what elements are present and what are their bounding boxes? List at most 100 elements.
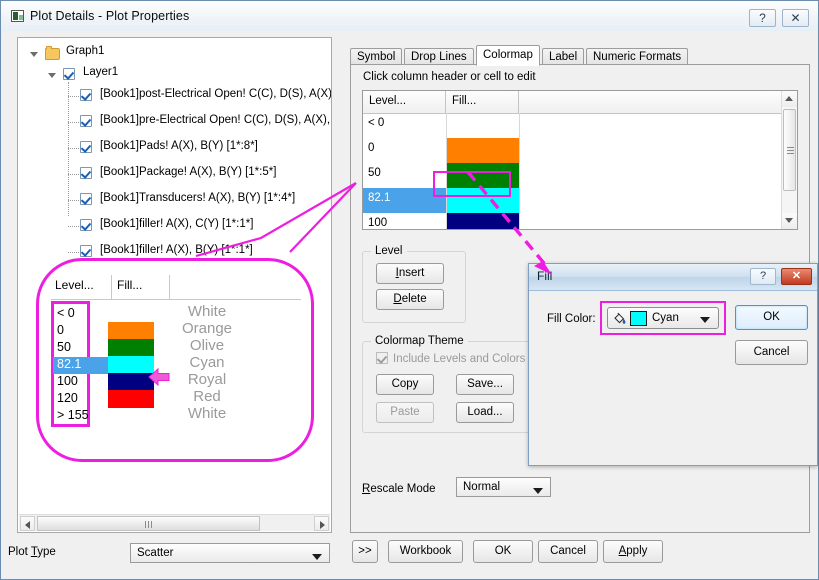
fill-dialog-ok-button[interactable]: OK bbox=[735, 305, 808, 330]
colormap-grid-header: Level... Fill... bbox=[363, 91, 797, 114]
grid-vertical-scrollbar[interactable] bbox=[781, 91, 797, 229]
include-levels-checkbox[interactable] bbox=[376, 352, 388, 364]
tree-item-label: [Book1]pre-Electrical Open! C(C), D(S), … bbox=[100, 114, 331, 126]
colormap-row[interactable]: 82.1 bbox=[363, 188, 781, 213]
plot-checkbox[interactable] bbox=[80, 141, 92, 153]
tree-item-label: [Book1]Transducers! A(X), B(Y) [1*:4*] bbox=[100, 192, 295, 204]
apply-button-label: Apply bbox=[604, 545, 662, 557]
tree-item-plot[interactable]: [Book1]post-Electrical Open! C(C), D(S),… bbox=[18, 86, 331, 106]
grid-scroll-thumb[interactable] bbox=[783, 109, 796, 191]
scroll-thumb[interactable] bbox=[37, 516, 260, 531]
tree-item-plot[interactable]: [Book1]Transducers! A(X), B(Y) [1*:4*] bbox=[18, 190, 331, 210]
fill-dialog-help-button[interactable]: ? bbox=[750, 268, 776, 285]
colormap-fill-cell[interactable] bbox=[446, 113, 519, 138]
delete-button[interactable]: Delete bbox=[376, 289, 444, 310]
rescale-mode-combobox[interactable]: Normal bbox=[456, 477, 551, 497]
plot-checkbox[interactable] bbox=[80, 219, 92, 231]
tab-symbol[interactable]: Symbol bbox=[350, 48, 402, 65]
callout-color-name: Royal bbox=[167, 371, 247, 388]
callout-color-name: White bbox=[167, 405, 247, 422]
app-icon bbox=[11, 10, 24, 22]
tree-item-plot[interactable]: [Book1]filler! A(X), C(Y) [1*:1*] bbox=[18, 216, 331, 236]
column-header-blank[interactable] bbox=[519, 91, 783, 113]
tree-item-plot[interactable]: [Book1]pre-Electrical Open! C(C), D(S), … bbox=[18, 112, 331, 132]
workbook-button[interactable]: Workbook bbox=[388, 540, 463, 563]
chevron-down-icon bbox=[312, 554, 322, 560]
cancel-button[interactable]: Cancel bbox=[538, 540, 598, 563]
plot-checkbox[interactable] bbox=[80, 167, 92, 179]
tree-item-label: Layer1 bbox=[83, 66, 118, 78]
fill-dialog-titlebar: Fill ? ✕ bbox=[529, 264, 817, 291]
insert-button[interactable]: Insert bbox=[376, 263, 444, 284]
chevron-down-icon bbox=[533, 488, 543, 494]
close-button[interactable]: ✕ bbox=[782, 9, 809, 27]
expand-arrow-icon[interactable] bbox=[30, 49, 39, 58]
colormap-grid-rows[interactable]: < 005082.1100120> 155 bbox=[363, 113, 781, 229]
fill-dialog-cancel-button[interactable]: Cancel bbox=[735, 340, 808, 365]
colormap-row[interactable]: < 0 bbox=[363, 113, 781, 138]
load-theme-button[interactable]: Load... bbox=[456, 402, 514, 423]
callout-column-fill: Fill... bbox=[117, 278, 142, 292]
colormap-fill-cell[interactable] bbox=[446, 213, 519, 229]
expand-arrow-icon[interactable] bbox=[48, 70, 57, 79]
plot-checkbox[interactable] bbox=[80, 115, 92, 127]
callout-column-level: Level... bbox=[55, 278, 94, 292]
plot-type-combobox[interactable]: Scatter bbox=[130, 543, 330, 563]
window-title: Plot Details - Plot Properties bbox=[30, 9, 189, 23]
expand-button[interactable]: >> bbox=[352, 540, 378, 563]
grid-scroll-grip-icon bbox=[787, 147, 794, 154]
tab-label: Colormap bbox=[483, 49, 533, 61]
tree-item-graph1[interactable]: Graph1 bbox=[18, 43, 331, 63]
tree-item-plot[interactable]: [Book1]Package! A(X), B(Y) [1*:5*] bbox=[18, 164, 331, 184]
tab-label[interactable]: Label bbox=[542, 48, 584, 65]
plot-checkbox[interactable] bbox=[80, 193, 92, 205]
tree-item-label: [Book1]filler! A(X), B(Y) [1*:1*] bbox=[100, 244, 253, 256]
tree-item-plot[interactable]: [Book1]Pads! A(X), B(Y) [1*:8*] bbox=[18, 138, 331, 158]
colormap-row[interactable]: 0 bbox=[363, 138, 781, 163]
callout-color-name: Olive bbox=[167, 337, 247, 354]
colormap-level-cell[interactable]: < 0 bbox=[363, 113, 446, 138]
colormap-fill-cell[interactable] bbox=[446, 138, 519, 163]
plot-checkbox[interactable] bbox=[80, 245, 92, 257]
column-header-fill[interactable]: Fill... bbox=[446, 91, 519, 113]
tab-colormap[interactable]: Colormap bbox=[476, 45, 540, 66]
ok-button[interactable]: OK bbox=[473, 540, 533, 563]
callout-color-swatch bbox=[108, 390, 154, 408]
plot-type-label: Plot Type bbox=[8, 546, 56, 558]
plot-checkbox[interactable] bbox=[80, 89, 92, 101]
tab-strip[interactable]: Symbol Drop Lines Colormap LabelNumeric For… bbox=[350, 45, 810, 65]
close-icon: ✕ bbox=[792, 270, 801, 282]
colormap-level-cell[interactable]: 100 bbox=[363, 213, 446, 229]
tab-label: Symbol bbox=[357, 51, 395, 63]
scroll-up-icon[interactable] bbox=[782, 91, 797, 107]
fill-dialog-close-button[interactable]: ✕ bbox=[781, 268, 812, 285]
folder-icon bbox=[45, 48, 60, 60]
layer-checkbox[interactable] bbox=[63, 68, 75, 80]
tab-drop-lines[interactable]: Drop Lines bbox=[404, 48, 474, 65]
rescale-mode-label: Rescale Mode bbox=[362, 483, 436, 495]
tree-item-layer1[interactable]: Layer1 bbox=[18, 64, 331, 84]
save-theme-button[interactable]: Save... bbox=[456, 374, 514, 395]
include-levels-label: Include Levels and Colors Onl bbox=[393, 353, 546, 365]
help-button[interactable]: ? bbox=[749, 9, 776, 27]
colormap-level-cell[interactable]: 0 bbox=[363, 138, 446, 163]
tab-numeric-formats[interactable]: Numeric Formats bbox=[586, 48, 688, 65]
colormap-grid[interactable]: Level... Fill... < 005082.1100120> 155 bbox=[362, 90, 798, 230]
copy-theme-button[interactable]: Copy bbox=[376, 374, 434, 395]
scroll-right-icon[interactable] bbox=[314, 516, 329, 531]
column-header-level[interactable]: Level... bbox=[363, 91, 446, 113]
titlebar: Plot Details - Plot Properties ? ✕ bbox=[0, 0, 819, 32]
level-group: Level bbox=[362, 251, 466, 323]
tree-horizontal-scrollbar[interactable] bbox=[19, 514, 330, 531]
colormap-row[interactable]: 100 bbox=[363, 213, 781, 229]
tree-guide-tick bbox=[68, 122, 79, 123]
scroll-down-icon[interactable] bbox=[782, 213, 797, 229]
scroll-left-icon[interactable] bbox=[20, 516, 35, 531]
fill-color-label: Fill Color: bbox=[547, 313, 596, 325]
colormap-hint: Click column header or cell to edit bbox=[363, 71, 536, 83]
apply-button[interactable]: Apply bbox=[603, 540, 663, 563]
tree-item-label: [Book1]Pads! A(X), B(Y) [1*:8*] bbox=[100, 140, 258, 152]
colormap-row[interactable]: 50 bbox=[363, 163, 781, 188]
paste-theme-button[interactable]: Paste bbox=[376, 402, 434, 423]
callout-color-name: Red bbox=[167, 388, 247, 405]
